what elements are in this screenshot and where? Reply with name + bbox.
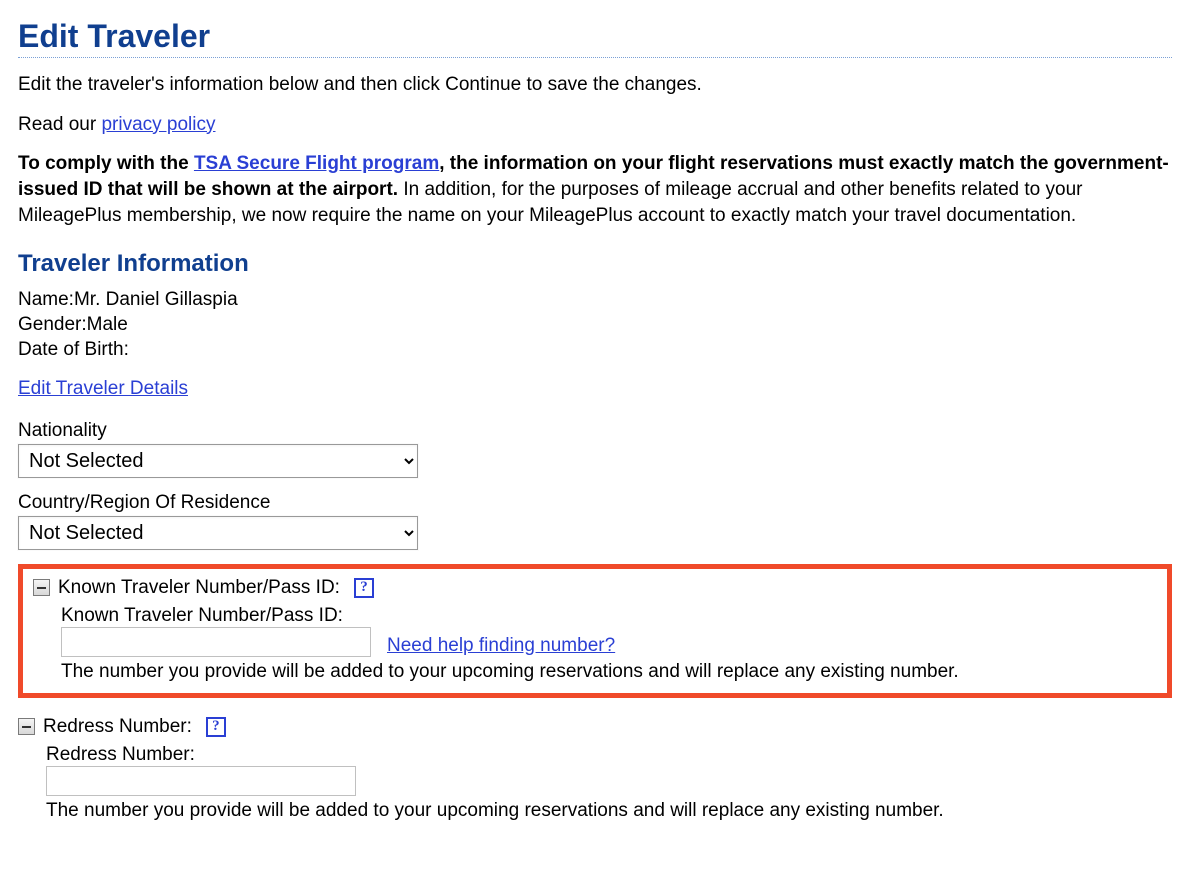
country-group: Country/Region Of Residence Not Selected: [18, 492, 1172, 550]
nationality-select[interactable]: Not Selected: [18, 444, 418, 478]
redress-section: Redress Number: ? Redress Number: The nu…: [18, 716, 1172, 822]
gender-value: Male: [87, 314, 128, 335]
ktn-header: Known Traveler Number/Pass ID:: [58, 577, 340, 599]
tsa-secure-flight-link[interactable]: TSA Secure Flight program: [194, 153, 439, 174]
help-icon[interactable]: ?: [206, 717, 226, 737]
redress-header: Redress Number:: [43, 716, 192, 738]
redress-note: The number you provide will be added to …: [46, 800, 1172, 822]
country-select[interactable]: Not Selected: [18, 516, 418, 550]
traveler-info-title: Traveler Information: [18, 250, 1172, 278]
ktn-note: The number you provide will be added to …: [61, 661, 1159, 683]
redress-input[interactable]: [46, 766, 356, 796]
help-icon[interactable]: ?: [354, 578, 374, 598]
ktn-field-label: Known Traveler Number/Pass ID:: [61, 605, 1159, 627]
redress-field-label: Redress Number:: [46, 744, 1172, 766]
name-label: Name:: [18, 289, 74, 310]
gender-label: Gender:: [18, 314, 87, 335]
nationality-label: Nationality: [18, 420, 1172, 442]
privacy-line: Read our privacy policy: [18, 112, 1172, 138]
ktn-highlight-box: Known Traveler Number/Pass ID: ? Known T…: [18, 564, 1172, 698]
edit-traveler-details-link[interactable]: Edit Traveler Details: [18, 378, 188, 399]
traveler-info-block: Name:Mr. Daniel Gillaspia Gender:Male Da…: [18, 288, 1172, 362]
page-title: Edit Traveler: [18, 18, 1172, 58]
dob-label: Date of Birth:: [18, 339, 129, 360]
privacy-policy-link[interactable]: privacy policy: [101, 114, 215, 135]
country-label: Country/Region Of Residence: [18, 492, 1172, 514]
nationality-group: Nationality Not Selected: [18, 420, 1172, 478]
ktn-help-link[interactable]: Need help finding number?: [387, 635, 615, 657]
collapse-icon[interactable]: [33, 579, 50, 596]
collapse-icon[interactable]: [18, 718, 35, 735]
tsa-paragraph: To comply with the TSA Secure Flight pro…: [18, 151, 1172, 228]
ktn-input[interactable]: [61, 627, 371, 657]
name-value: Mr. Daniel Gillaspia: [74, 289, 238, 310]
intro-text: Edit the traveler's information below an…: [18, 72, 1172, 98]
tsa-bold-pre: To comply with the: [18, 153, 194, 174]
privacy-prefix: Read our: [18, 114, 101, 135]
